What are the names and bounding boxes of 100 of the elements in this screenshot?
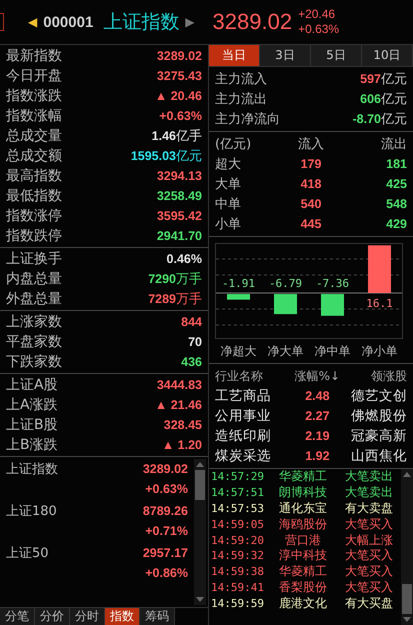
sector-name[interactable]: 公用事业 (215, 407, 292, 425)
column-header: 流出 (380, 136, 407, 153)
quote-label: 最低指数 (6, 187, 63, 205)
bar-value-label: -6.79 (268, 277, 302, 290)
quote-label: 上B涨跌 (6, 436, 59, 454)
alert-event: 大幅上涨 (344, 532, 394, 549)
quote-label: 内盘总量 (6, 270, 63, 288)
sector-name[interactable]: 工艺商品 (215, 387, 292, 405)
flow-bar (321, 294, 344, 316)
bottom-tab[interactable]: 分笔 (0, 608, 35, 625)
scrollbar[interactable] (194, 459, 206, 605)
quote-value: 1.46 (152, 129, 176, 143)
index-change: +0.71% (145, 524, 188, 538)
alert-event: 有大买盘 (344, 594, 394, 612)
alert-stock[interactable]: 朗博科技 (269, 484, 337, 502)
sector-name[interactable]: 造纸印刷 (215, 427, 292, 445)
quote-unit: 万手 (176, 271, 202, 288)
alert-stock[interactable]: 华菱精工 (269, 563, 337, 580)
next-button[interactable]: ▶ (185, 15, 195, 29)
order-size-label: 小单 (215, 216, 242, 233)
quote-label: 指数涨跌 (6, 87, 63, 105)
alert-stock[interactable]: 通化东宝 (269, 500, 337, 517)
index-price: 3289.02 (212, 9, 292, 35)
leading-stock[interactable]: 冠豪高新 (343, 427, 407, 445)
index-name[interactable]: 上证180 (6, 502, 57, 520)
quote-value: 1595.03 (130, 149, 176, 163)
inflow-cell-text: 445 (300, 217, 322, 231)
sector-name[interactable]: 煤炭采选 (215, 447, 292, 465)
alert-stock[interactable]: 华菱精工 (269, 468, 337, 486)
scrollbar[interactable] (401, 469, 413, 625)
quote-label: 最高指数 (6, 167, 63, 185)
category-label: 净中单 (314, 344, 350, 358)
index-name[interactable]: 上证50 (6, 544, 49, 562)
alert-time: 14:57:51 (211, 486, 265, 500)
index-value: 8789.26 (142, 504, 188, 518)
period-tab[interactable]: 当日 (209, 45, 260, 66)
alert-time: 14:57:53 (211, 502, 265, 515)
column-header[interactable]: 领涨股 (343, 368, 407, 384)
bottom-tab[interactable]: 分时 (70, 608, 105, 625)
index-change: +0.86% (145, 566, 188, 580)
flow-unit: 亿元 (381, 111, 407, 128)
quote-label: 外盘总量 (6, 290, 63, 308)
quote-value: 3275.43 (156, 69, 202, 83)
column-header[interactable]: 涨幅%↓ (292, 368, 343, 384)
inflow-cell-text: 179 (300, 157, 322, 171)
previous-button[interactable]: ◀ (28, 15, 38, 29)
bottom-tab[interactable]: 分价 (35, 608, 70, 625)
leading-stock[interactable]: 佛燃股份 (343, 407, 407, 425)
outflow-cell-text: 181 (385, 157, 407, 171)
quote-value: ▲ 1.20 (162, 438, 202, 452)
stock-code: 000001 (43, 14, 94, 30)
quote-value: 3258.49 (156, 189, 202, 203)
alert-time: 14:59:20 (211, 534, 265, 547)
outflow-cell-text: 425 (385, 177, 407, 191)
quote-value: 436 (181, 355, 202, 369)
alert-time: 14:59:38 (211, 565, 265, 578)
inflow-cell-text: 540 (300, 197, 322, 211)
alert-stock[interactable]: 营口港 (269, 532, 337, 549)
alert-event: 大笔买入 (344, 516, 394, 533)
quote-value: 70 (188, 335, 202, 349)
order-size-label: 超大 (215, 156, 242, 173)
column-header: 流入 (297, 136, 325, 153)
period-tab[interactable]: 3日 (260, 45, 311, 66)
index-name[interactable]: 上证指数 (6, 460, 58, 478)
leading-stock[interactable]: 山西焦化 (343, 447, 407, 465)
quote-label: 下跌家数 (6, 353, 63, 371)
quote-label: 上涨家数 (6, 313, 63, 331)
quote-label: 总成交量 (6, 127, 63, 145)
order-size-label: 大单 (215, 176, 242, 193)
alert-stock[interactable]: 鹿港文化 (269, 594, 337, 612)
sector-change: 1.92 (304, 449, 331, 463)
alert-time: 14:59:41 (211, 580, 265, 594)
quote-unit: 万手 (176, 291, 202, 308)
quote-label: 平盘家数 (6, 333, 63, 351)
bottom-tab[interactable]: 指数 (105, 608, 140, 625)
bottom-tab[interactable]: 筹码 (140, 608, 175, 625)
bar-value-label: -7.36 (316, 277, 350, 290)
alert-stock[interactable]: 香梨股份 (269, 578, 337, 596)
quote-value: ▲ 21.46 (154, 398, 202, 412)
quote-label: 上证换手 (6, 250, 63, 268)
alert-stock[interactable]: 淳中科技 (269, 547, 337, 564)
quote-unit: 亿元 (176, 148, 202, 165)
price-change: +20.46 (298, 7, 336, 22)
outflow-cell-text: 429 (385, 217, 407, 231)
period-tab[interactable]: 10日 (362, 45, 413, 66)
quote-label: 上证B股 (6, 416, 59, 434)
alert-stock[interactable]: 海鸥股份 (269, 516, 337, 533)
quote-value: 2941.70 (156, 229, 202, 243)
leading-stock[interactable]: 德艺文创 (343, 387, 407, 405)
percent-change: +0.63% (298, 22, 340, 37)
column-header: (亿元) (215, 136, 252, 153)
sector-change: 2.27 (304, 409, 331, 423)
quote-value: +0.63% (159, 109, 202, 123)
period-tab[interactable]: 5日 (311, 45, 362, 66)
quote-value: ▲ 20.46 (154, 89, 202, 103)
flow-label: 主力流出 (215, 91, 268, 108)
quote-value: 3289.02 (156, 49, 202, 63)
quote-value: 7290 (148, 272, 176, 286)
bracket-icon (0, 13, 4, 31)
column-header[interactable]: 行业名称 (215, 368, 292, 384)
